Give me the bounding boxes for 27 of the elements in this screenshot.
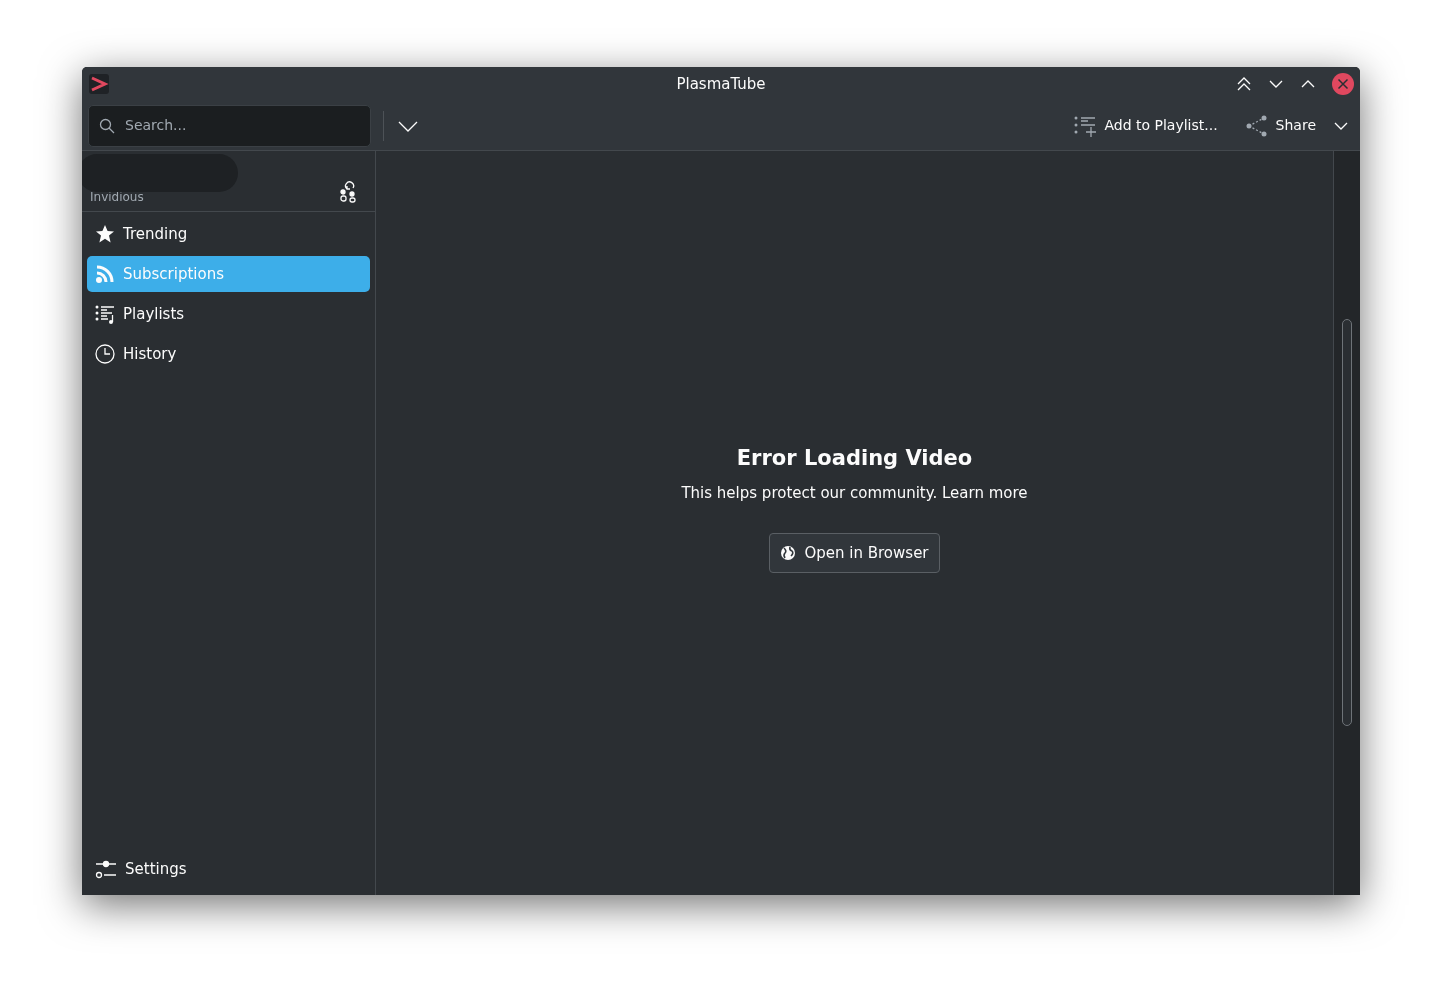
clock-icon [95,344,115,364]
star-icon [95,224,115,244]
settings-button[interactable]: Settings [87,851,370,887]
share-button[interactable]: Share [1239,110,1354,141]
globe-icon [780,545,797,561]
error-title: Error Loading Video [736,444,973,472]
sidebar-item[interactable]: Playlists [87,296,370,332]
rss-feed-icon [95,264,115,284]
keep-above-button[interactable] [1236,76,1252,92]
scrollbar[interactable] [1333,151,1360,895]
sidebar-header: Invidious [90,191,144,203]
switch-account-icon[interactable] [339,181,357,203]
add-to-playlist-button[interactable]: Add to Playlist... [1068,110,1224,141]
playlist-icon [95,304,115,324]
sidebar-item[interactable]: History [87,336,370,372]
search-icon [99,117,115,134]
share-icon [1245,114,1268,137]
list-add-icon [1074,114,1097,137]
sidebar-item[interactable]: Trending [87,216,370,252]
close-button[interactable] [1332,73,1354,95]
open-in-browser-button[interactable]: Open in Browser [769,532,940,574]
search-field[interactable]: Search... [123,114,360,137]
app-logo-icon [88,73,110,95]
sliders-icon [95,858,117,880]
window-title: PlasmaTube [676,73,766,95]
search-box[interactable]: Search... [88,104,371,147]
error-message: This helps protect our community. Learn more [681,483,1028,505]
